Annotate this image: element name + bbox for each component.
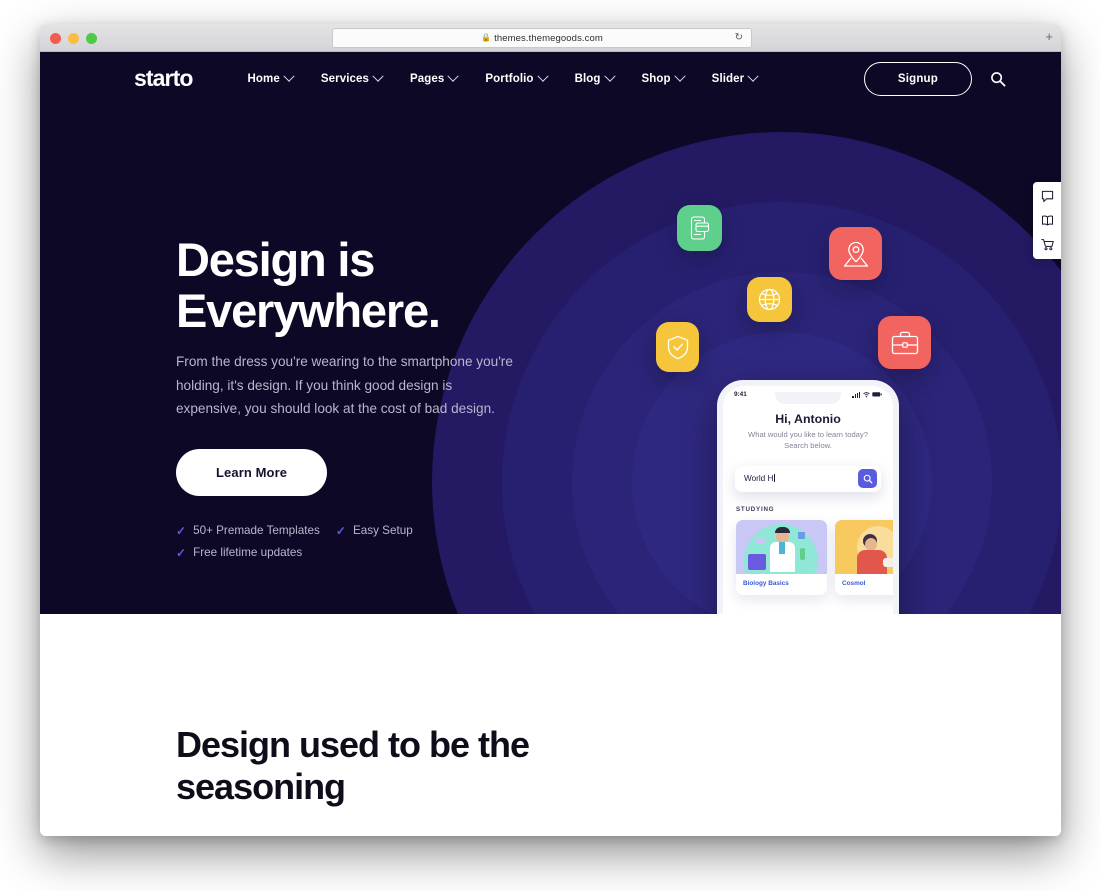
shield-check-icon [656,322,699,372]
address-bar-content: 🔒 themes.themegoods.com [481,33,603,44]
address-bar[interactable]: 🔒 themes.themegoods.com ↻ [332,28,752,48]
maximize-window-button[interactable] [86,33,97,44]
nav-item-label: Home [247,72,280,85]
mobile-payment-icon [677,205,722,251]
section-title: Design used to be the seasoning [176,724,530,808]
nav-item-blog[interactable]: Blog [574,70,616,85]
nav-item-label: Pages [410,72,445,85]
nav-item-pages[interactable]: Pages [410,70,460,85]
reload-icon[interactable]: ↻ [735,32,743,44]
phone-screen: 9:41 Hi, Antonio What would you like to … [723,386,893,614]
phone-subtitle: What would you like to learn today? Sear… [748,430,868,451]
search-icon[interactable] [990,71,1006,87]
minimize-window-button[interactable] [68,33,79,44]
chevron-down-icon [447,70,460,82]
signup-button[interactable]: Signup [863,61,972,96]
hero-subtitle: From the dress you're wearing to the sma… [176,354,513,417]
phone-status-indicators [852,391,882,398]
hero-feature-list: ✓ 50+ Premade Templates ✓ Easy Setup ✓ F… [176,524,466,560]
battery-icon [872,392,882,397]
lock-icon: 🔒 [481,33,492,42]
phone-card-artwork [736,519,827,574]
phone-status-time: 9:41 [734,391,747,398]
phone-card-list: Biology Basics Cosmol [736,519,893,595]
page-viewport: starto Home Services Pages Portfolio Blo… [40,52,1061,836]
browser-window: 🔒 themes.themegoods.com ↻ + starto Home [40,24,1061,836]
signal-icon [852,391,860,398]
phone-notch [775,392,841,404]
nav-item-slider[interactable]: Slider [711,70,759,85]
nav-item-label: Slider [711,72,745,85]
chevron-down-icon [747,70,759,82]
nav-item-label: Shop [641,72,671,85]
check-icon: ✓ [176,523,187,538]
feature-label: Free lifetime updates [193,546,303,560]
chevron-down-icon [536,70,549,82]
brand-logo[interactable]: starto [134,65,193,92]
phone-search-row[interactable]: World H [735,465,881,492]
shopping-cart-icon[interactable] [1040,238,1054,251]
nav-item-portfolio[interactable]: Portfolio [485,70,549,85]
phone-card-title: Cosmol [842,579,866,587]
phone-greeting: Hi, Antonio [775,412,841,426]
phone-mockup: 9:41 Hi, Antonio What would you like to … [717,380,899,614]
nav-menu: Home Services Pages Portfolio Blog Shop … [247,70,759,85]
phone-search-button[interactable] [858,469,877,489]
chevron-down-icon [283,70,295,82]
nav-item-shop[interactable]: Shop [641,70,686,85]
wifi-icon [862,391,870,397]
phone-search-input[interactable]: World H [744,474,858,483]
floating-side-panel [1033,182,1061,259]
chevron-down-icon [674,70,686,82]
location-pin-icon [829,227,882,280]
nav-item-label: Blog [574,72,601,85]
window-traffic-lights [50,33,97,44]
hero-copy: Design is Everywhere. From the dress you… [176,234,576,560]
feature-item: ✓ Easy Setup [336,524,413,538]
book-icon[interactable] [1041,214,1054,227]
chat-bubble-icon[interactable] [1041,190,1054,203]
phone-card-cosmology[interactable]: Cosmol [835,519,893,595]
second-section: Design used to be the seasoning [40,614,1061,836]
globe-icon [747,277,792,322]
url-text: themes.themegoods.com [494,32,603,44]
nav-right-group: Signup [863,61,1006,96]
phone-card-artwork [835,519,893,574]
nav-item-label: Services [320,72,369,85]
phone-card-biology[interactable]: Biology Basics [736,519,827,595]
feature-label: Easy Setup [352,524,413,538]
phone-section-label: STUDYING [736,505,775,513]
main-navbar: starto Home Services Pages Portfolio Blo… [40,52,1061,105]
check-icon: ✓ [335,523,346,538]
new-tab-button[interactable]: + [1045,30,1053,43]
phone-card-title: Biology Basics [743,579,789,587]
feature-item: ✓ Free lifetime updates [176,546,302,560]
chevron-down-icon [372,70,384,82]
feature-item: ✓ 50+ Premade Templates [176,524,320,538]
nav-item-label: Portfolio [485,72,534,85]
nav-item-services[interactable]: Services [320,70,384,85]
page-title: Design is Everywhere. [176,233,441,338]
check-icon: ✓ [176,545,187,560]
close-window-button[interactable] [50,33,61,44]
chevron-down-icon [603,70,616,82]
browser-chrome: 🔒 themes.themegoods.com ↻ + [40,24,1061,52]
nav-item-home[interactable]: Home [247,70,295,85]
learn-more-button[interactable]: Learn More [176,448,328,496]
briefcase-icon [878,316,931,369]
hero-section: starto Home Services Pages Portfolio Blo… [40,52,1061,614]
feature-label: 50+ Premade Templates [193,524,320,538]
